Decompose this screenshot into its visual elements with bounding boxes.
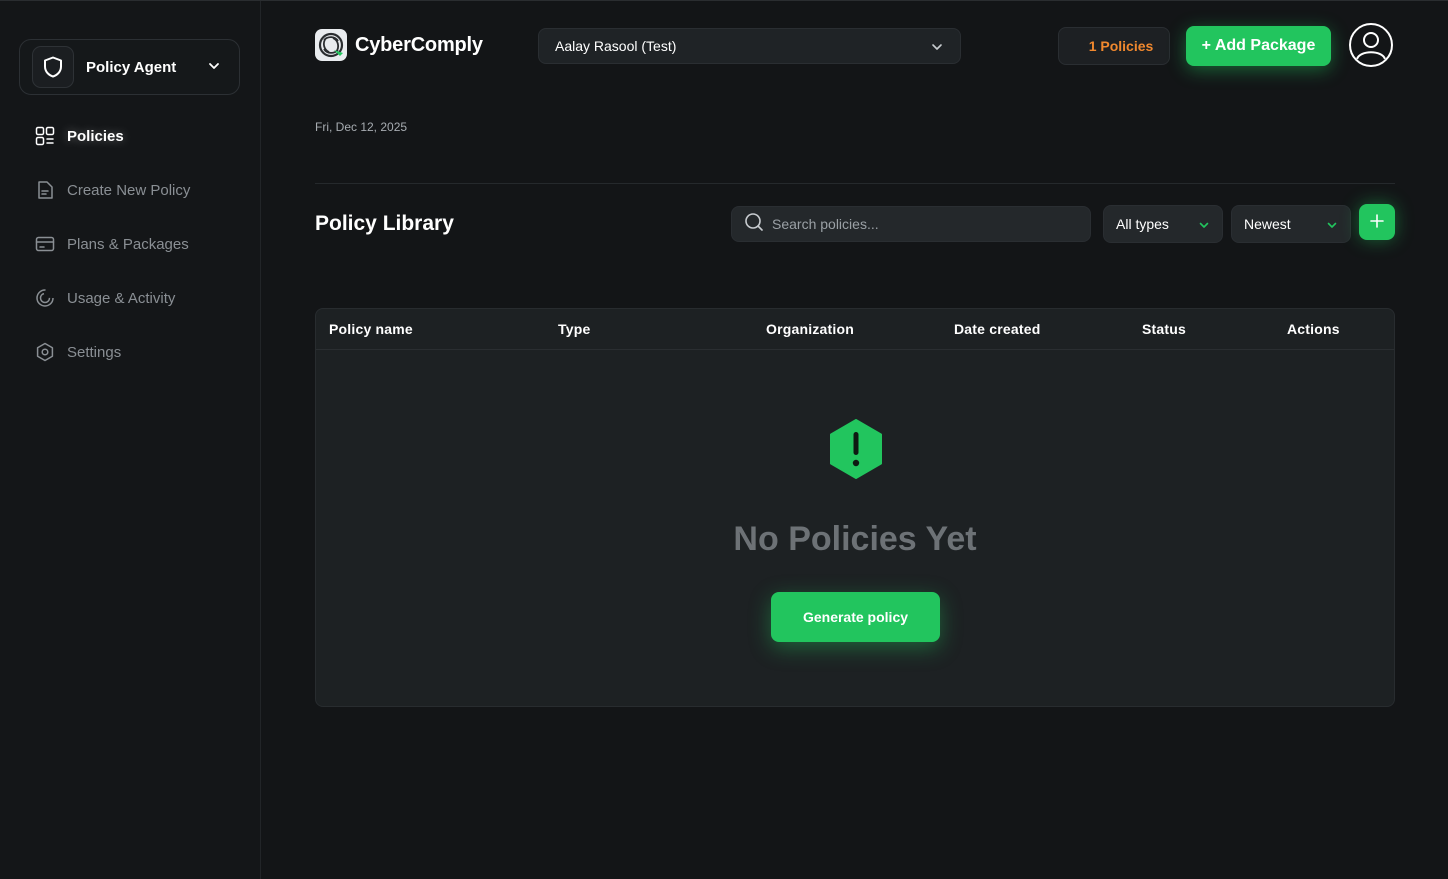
column-header-type[interactable]: Type — [558, 321, 590, 337]
chevron-down-icon — [1198, 218, 1210, 234]
policy-table: Policy name Type Organization Date creat… — [315, 308, 1395, 707]
agent-label: Policy Agent — [86, 58, 177, 76]
column-header-policy-name[interactable]: Policy name — [329, 321, 413, 337]
grid-icon — [35, 126, 55, 146]
sidebar-item-plans-packages[interactable]: Plans & Packages — [0, 217, 260, 271]
sidebar-item-label: Plans & Packages — [67, 235, 189, 253]
empty-state-title: No Policies Yet — [733, 520, 977, 558]
sidebar-item-policies[interactable]: Policies — [0, 109, 260, 163]
activity-ring-icon — [35, 288, 55, 308]
agent-switcher[interactable]: Policy Agent — [19, 39, 240, 95]
search-box[interactable] — [731, 206, 1091, 242]
column-header-actions: Actions — [1287, 321, 1340, 337]
add-policy-button[interactable] — [1359, 204, 1395, 240]
sidebar-item-label: Create New Policy — [67, 181, 191, 199]
shield-icon — [32, 46, 74, 88]
add-package-button[interactable]: + Add Package — [1186, 26, 1331, 66]
current-date: Fri, Dec 12, 2025 — [315, 120, 408, 134]
warning-hexagon-icon — [828, 418, 884, 485]
user-avatar-icon[interactable] — [1349, 23, 1393, 67]
divider — [315, 183, 1395, 184]
policies-count-label: 1 Policies — [1088, 38, 1154, 54]
generate-policy-button[interactable]: Generate policy — [771, 592, 940, 642]
sort-select[interactable]: Newest — [1231, 205, 1351, 243]
sidebar: Policy Agent Policies Create New Policy — [0, 1, 261, 879]
brand-logo-icon — [315, 29, 347, 61]
search-input[interactable] — [772, 216, 1072, 232]
column-header-status[interactable]: Status — [1142, 321, 1186, 337]
type-filter-select[interactable]: All types — [1103, 205, 1223, 243]
document-icon — [35, 180, 55, 200]
type-filter-value: All types — [1116, 216, 1169, 232]
gear-icon — [35, 342, 55, 362]
sidebar-item-label: Settings — [67, 343, 122, 361]
sidebar-item-label: Usage & Activity — [67, 289, 176, 307]
page-title: Policy Library — [315, 212, 454, 235]
brand-name: CyberComply — [355, 33, 483, 56]
sidebar-item-settings[interactable]: Settings — [0, 325, 260, 379]
plus-icon — [1369, 213, 1385, 232]
column-header-date-created[interactable]: Date created — [954, 321, 1040, 337]
card-icon — [35, 234, 55, 254]
chevron-down-icon — [930, 40, 944, 57]
chevron-down-icon — [1326, 218, 1338, 234]
organization-selected-value: Aalay Rasool (Test) — [555, 38, 677, 54]
chevron-down-icon — [207, 59, 221, 78]
organization-select[interactable]: Aalay Rasool (Test) — [538, 28, 961, 64]
column-header-organization[interactable]: Organization — [766, 321, 854, 337]
table-header: Policy name Type Organization Date creat… — [316, 309, 1394, 350]
sidebar-item-create-new-policy[interactable]: Create New Policy — [0, 163, 260, 217]
app-root: Policy Agent Policies Create New Policy — [0, 0, 1448, 879]
brand[interactable]: CyberComply — [315, 29, 483, 61]
sidebar-nav: Policies Create New Policy Plans & Packa… — [0, 109, 260, 379]
sidebar-item-usage-activity[interactable]: Usage & Activity — [0, 271, 260, 325]
policies-count-badge[interactable]: 1 Policies — [1058, 27, 1170, 65]
search-icon — [744, 212, 764, 237]
sort-value: Newest — [1244, 216, 1291, 232]
sidebar-item-label: Policies — [67, 127, 124, 145]
